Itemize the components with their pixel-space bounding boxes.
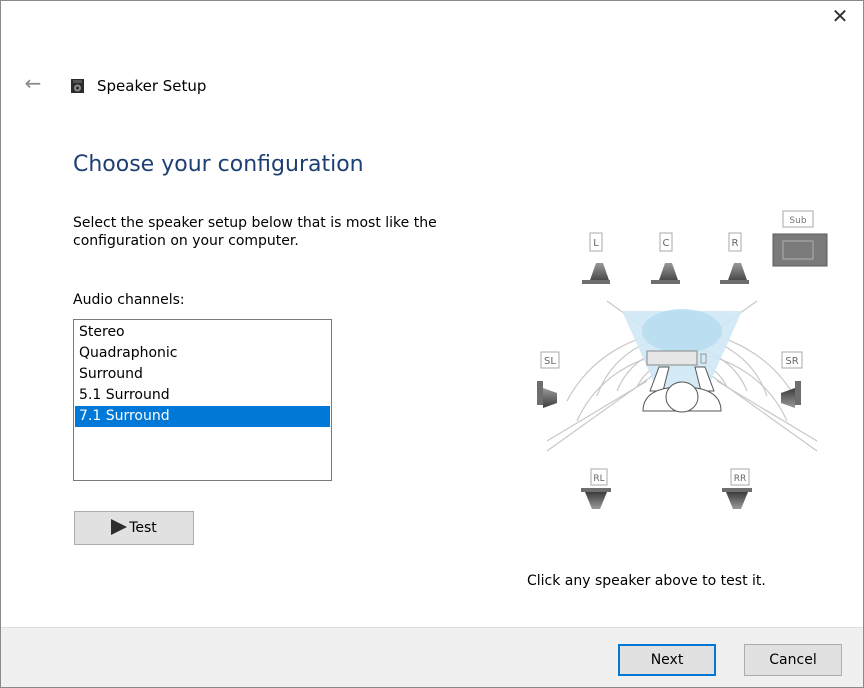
play-icon <box>111 518 128 535</box>
close-icon[interactable]: ✕ <box>817 1 863 31</box>
speaker-subwoofer[interactable]: Sub <box>772 210 828 267</box>
speaker-side-left-label: SL <box>544 356 556 367</box>
audio-channels-list[interactable]: Stereo Quadraphonic Surround 5.1 Surroun… <box>73 319 332 481</box>
cancel-button[interactable]: Cancel <box>744 644 842 676</box>
speaker-right-label: R <box>732 238 739 249</box>
monitor-icon <box>646 350 698 366</box>
speaker-rear-left-label: RL <box>593 474 604 484</box>
speaker-left-label: L <box>593 238 599 249</box>
speaker-icon <box>71 79 84 93</box>
instruction-text: Select the speaker setup below that is m… <box>73 215 437 249</box>
next-button[interactable]: Next <box>618 644 716 676</box>
speaker-center[interactable]: C <box>651 232 680 284</box>
speaker-center-label: C <box>663 238 670 249</box>
dialog-footer: Next Cancel <box>1 627 863 687</box>
test-hint-text: Click any speaker above to test it. <box>527 573 766 589</box>
speaker-rear-left[interactable]: RL <box>581 468 611 509</box>
window-title: Speaker Setup <box>97 77 207 95</box>
speaker-subwoofer-label: Sub <box>789 216 806 226</box>
speaker-left[interactable]: L <box>582 232 610 284</box>
channel-option-5-1-surround[interactable]: 5.1 Surround <box>75 385 330 406</box>
speaker-side-left[interactable]: SL <box>537 351 560 408</box>
listening-zone-core <box>642 309 722 353</box>
speaker-side-right-label: SR <box>785 356 798 367</box>
test-button-label: Test <box>129 520 157 536</box>
audio-channels-label: Audio channels: <box>73 292 185 308</box>
speaker-layout-diagram: L C R Sub SL SR RL RR <box>537 210 828 509</box>
speaker-right[interactable]: R <box>720 232 749 284</box>
back-arrow-icon[interactable]: ← <box>21 71 45 95</box>
speaker-rear-right[interactable]: RR <box>722 468 752 509</box>
page-title: Choose your configuration <box>73 152 364 177</box>
speaker-setup-window: ✕ ← Speaker Setup Choose your configurat… <box>0 0 864 688</box>
speaker-side-right[interactable]: SR <box>781 351 803 408</box>
channel-option-7-1-surround[interactable]: 7.1 Surround <box>75 406 330 427</box>
channel-option-stereo[interactable]: Stereo <box>75 322 330 343</box>
speaker-rear-right-label: RR <box>734 474 747 484</box>
test-button[interactable]: Test <box>74 511 194 545</box>
channel-option-quadraphonic[interactable]: Quadraphonic <box>75 343 330 364</box>
channel-option-surround[interactable]: Surround <box>75 364 330 385</box>
